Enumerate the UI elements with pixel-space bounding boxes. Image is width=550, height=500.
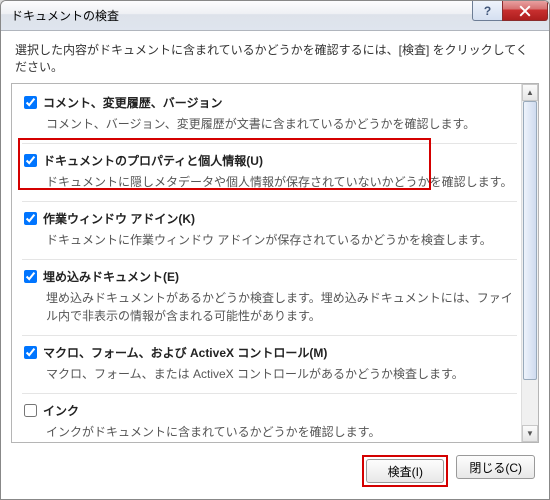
option-checkbox-embedded-docs[interactable] [24, 270, 37, 283]
option-task-pane-addins: 作業ウィンドウ アドイン(K) ドキュメントに作業ウィンドウ アドインが保存され… [22, 206, 517, 260]
option-description: マクロ、フォーム、または ActiveX コントロールがあるかどうか検査します。 [46, 365, 515, 383]
inspect-button[interactable]: 検査(I) [366, 459, 444, 483]
option-label: 作業ウィンドウ アドイン(K) [43, 210, 195, 227]
option-description: インクがドキュメントに含まれているかどうかを確認します。 [46, 423, 515, 441]
option-description: ドキュメントに隠しメタデータや個人情報が保存されていないかどうかを確認します。 [46, 173, 515, 191]
close-button[interactable]: 閉じる(C) [456, 455, 535, 479]
window-buttons: ? [472, 1, 549, 21]
instruction-text: 選択した内容がドキュメントに含まれているかどうかを確認するには、[検査] をクリ… [1, 31, 549, 83]
option-checkbox-personal-info[interactable] [24, 154, 37, 167]
document-inspector-dialog: ドキュメントの検査 ? 選択した内容がドキュメントに含まれているかどうかを確認す… [0, 0, 550, 500]
option-checkbox-macros-activex[interactable] [24, 346, 37, 359]
close-icon [519, 5, 531, 17]
help-button[interactable]: ? [472, 1, 502, 21]
option-header: マクロ、フォーム、および ActiveX コントロール(M) [24, 344, 515, 361]
chevron-up-icon: ▲ [526, 88, 534, 97]
option-label: インク [43, 402, 79, 419]
option-label: コメント、変更履歴、バージョン [43, 94, 223, 111]
option-header: ドキュメントのプロパティと個人情報(U) [24, 152, 515, 169]
option-ink: インク インクがドキュメントに含まれているかどうかを確認します。 [22, 398, 517, 442]
help-icon: ? [484, 4, 491, 18]
option-checkbox-ink[interactable] [24, 404, 37, 417]
titlebar[interactable]: ドキュメントの検査 ? [1, 1, 549, 31]
option-header: インク [24, 402, 515, 419]
option-header: コメント、変更履歴、バージョン [24, 94, 515, 111]
vertical-scrollbar[interactable]: ▲ ▼ [521, 84, 538, 442]
option-header: 作業ウィンドウ アドイン(K) [24, 210, 515, 227]
option-comments: コメント、変更履歴、バージョン コメント、バージョン、変更履歴が文書に含まれてい… [22, 90, 517, 144]
highlight-inspect-button: 検査(I) [362, 455, 448, 487]
option-label: ドキュメントのプロパティと個人情報(U) [43, 152, 263, 169]
option-checkbox-task-pane-addins[interactable] [24, 212, 37, 225]
option-label: 埋め込みドキュメント(E) [43, 268, 179, 285]
close-window-button[interactable] [502, 1, 548, 21]
scroll-thumb[interactable] [523, 101, 537, 380]
scroll-up-button[interactable]: ▲ [522, 84, 538, 101]
option-header: 埋め込みドキュメント(E) [24, 268, 515, 285]
option-personal-info: ドキュメントのプロパティと個人情報(U) ドキュメントに隠しメタデータや個人情報… [22, 148, 517, 202]
scroll-down-button[interactable]: ▼ [522, 425, 538, 442]
scroll-track[interactable] [522, 101, 538, 425]
option-checkbox-comments[interactable] [24, 96, 37, 109]
inspection-options-panel: コメント、変更履歴、バージョン コメント、バージョン、変更履歴が文書に含まれてい… [11, 83, 539, 443]
chevron-down-icon: ▼ [526, 429, 534, 438]
dialog-title: ドキュメントの検査 [11, 7, 472, 24]
option-macros-activex: マクロ、フォーム、および ActiveX コントロール(M) マクロ、フォーム、… [22, 340, 517, 394]
option-description: ドキュメントに作業ウィンドウ アドインが保存されているかどうかを検査します。 [46, 231, 515, 249]
options-scroll-region: コメント、変更履歴、バージョン コメント、バージョン、変更履歴が文書に含まれてい… [12, 84, 521, 442]
option-description: 埋め込みドキュメントがあるかどうか検査します。埋め込みドキュメントには、ファイル… [46, 289, 515, 325]
option-embedded-docs: 埋め込みドキュメント(E) 埋め込みドキュメントがあるかどうか検査します。埋め込… [22, 264, 517, 336]
dialog-button-row: 検査(I) 閉じる(C) [1, 443, 549, 499]
option-description: コメント、バージョン、変更履歴が文書に含まれているかどうかを確認します。 [46, 115, 515, 133]
option-label: マクロ、フォーム、および ActiveX コントロール(M) [43, 344, 327, 361]
